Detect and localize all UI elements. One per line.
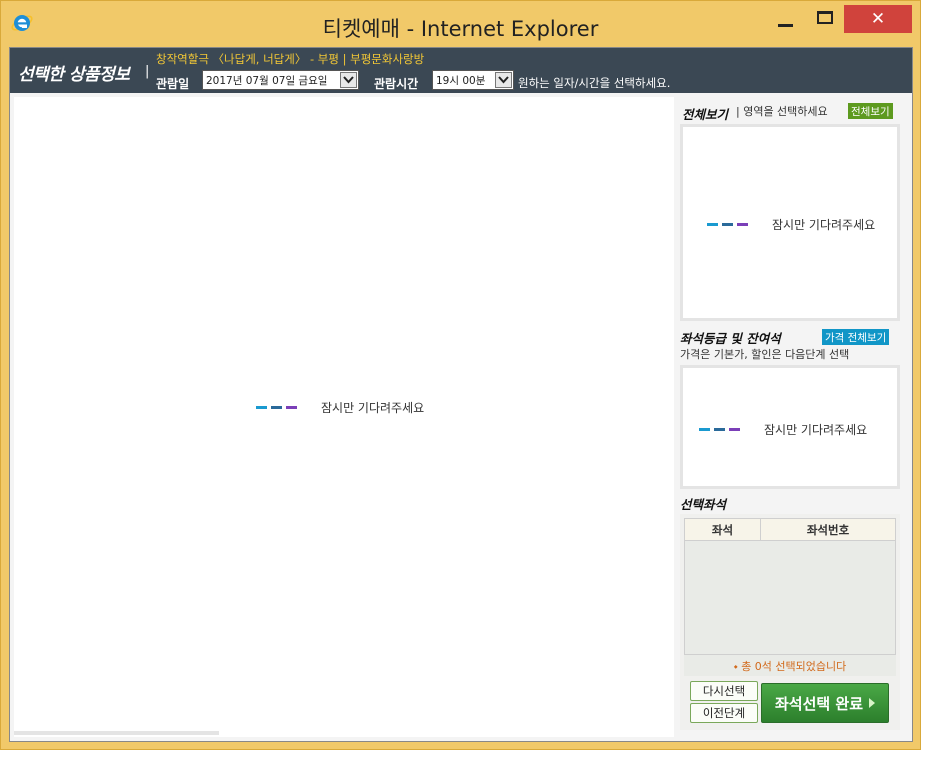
close-icon: ✕	[870, 9, 886, 29]
maximize-icon	[817, 10, 833, 24]
loading-text: 잠시만 기다려주세요	[764, 423, 868, 437]
overview-box[interactable]: 잠시만 기다려주세요	[680, 124, 900, 321]
loading-text: 잠시만 기다려주세요	[321, 401, 425, 415]
seat-grade-title: 좌석등급 및 잔여석	[680, 331, 781, 346]
arrow-right-icon	[869, 698, 876, 708]
chevron-down-icon[interactable]	[495, 72, 512, 88]
minimize-button[interactable]	[766, 5, 804, 33]
overview-title: 전체보기	[682, 107, 729, 122]
loading-spinner-icon	[256, 406, 297, 409]
price-note: 가격은 기본가, 할인은 다음단계 선택	[680, 348, 850, 361]
complete-seat-selection-button[interactable]: 좌석선택 완료	[761, 683, 889, 723]
selected-seats-table: 좌석 좌석번호	[684, 518, 896, 676]
show-title: 창작역할극 〈나답게, 너답게〉 - 부평 | 부평문화사랑방	[156, 52, 425, 66]
chevron-down-icon[interactable]	[340, 72, 357, 88]
header-separator: |	[145, 64, 150, 79]
price-all-button[interactable]: 가격 전체보기	[822, 329, 890, 345]
loading-text: 잠시만 기다려주세요	[772, 218, 876, 232]
date-time-guide: 원하는 일자/시간을 선택하세요.	[518, 76, 671, 90]
seat-grade-box: 잠시만 기다려주세요	[680, 365, 900, 489]
selected-seats-title: 선택좌석	[680, 497, 727, 512]
complete-button-label: 좌석선택 완료	[774, 694, 864, 713]
close-button[interactable]: ✕	[844, 5, 912, 33]
time-select[interactable]: 19시 00분	[432, 70, 514, 90]
ie-window: 티켓예매 - Internet Explorer ✕ 선택한 상품정보 | 창작…	[0, 0, 921, 750]
previous-step-button[interactable]: 이전단계	[690, 703, 758, 723]
grade-loading: 잠시만 기다려주세요	[699, 421, 867, 438]
product-info-header: 선택한 상품정보 | 창작역할극 〈나답게, 너답게〉 - 부평 | 부평문화사…	[10, 48, 912, 93]
col-seat: 좌석	[685, 519, 761, 540]
time-select-value: 19시 00분	[436, 75, 486, 87]
loading-spinner-icon	[699, 428, 740, 431]
horizontal-scrollbar[interactable]	[14, 731, 219, 735]
date-select-value: 2017년 07월 07일 금요일	[206, 75, 328, 87]
title-bar[interactable]: 티켓예매 - Internet Explorer ✕	[1, 1, 920, 45]
overview-button[interactable]: 전체보기	[848, 103, 893, 119]
overview-loading: 잠시만 기다려주세요	[707, 216, 875, 233]
selected-count: ⬩ 총 0석 선택되었습니다	[684, 654, 896, 676]
page-content: 선택한 상품정보 | 창작역할극 〈나답게, 너답게〉 - 부평 | 부평문화사…	[9, 47, 913, 742]
seat-map-loading: 잠시만 기다려주세요	[256, 399, 424, 416]
overview-subtitle: | 영역을 선택하세요	[736, 105, 828, 118]
maximize-button[interactable]	[806, 5, 844, 33]
loading-spinner-icon	[707, 223, 748, 226]
reselect-button[interactable]: 다시선택	[690, 681, 758, 701]
table-header: 좌석 좌석번호	[685, 519, 895, 541]
date-select[interactable]: 2017년 07월 07일 금요일	[202, 70, 359, 90]
header-title: 선택한 상품정보	[18, 65, 130, 85]
col-seat-number: 좌석번호	[806, 522, 850, 537]
seat-map-area[interactable]: 잠시만 기다려주세요	[14, 97, 674, 737]
time-label: 관람시간	[374, 77, 419, 91]
date-label: 관람일	[156, 77, 190, 91]
minimize-icon	[777, 23, 793, 27]
